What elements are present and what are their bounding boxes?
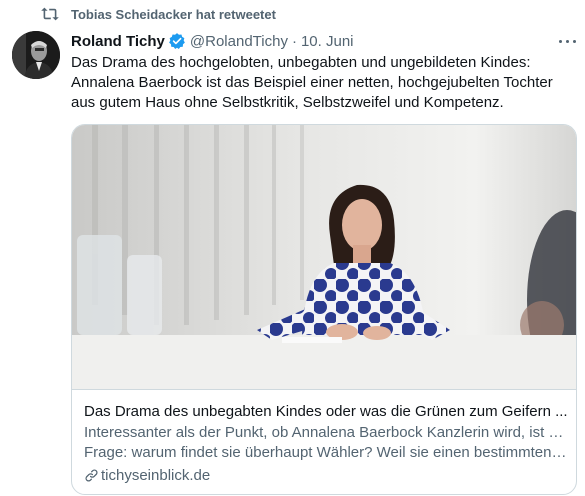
card-body[interactable]: Das Drama des unbegabten Kindes oder was… xyxy=(72,389,576,494)
retweet-label[interactable]: Tobias Scheidacker hat retweetet xyxy=(71,7,276,22)
card-title[interactable]: Das Drama des unbegabten Kindes oder was… xyxy=(84,402,568,421)
separator-dot: · xyxy=(291,32,297,50)
card-description: Interessanter als der Punkt, ob Annalena… xyxy=(84,423,568,463)
card-domain-label[interactable]: tichyseinblick.de xyxy=(101,466,210,485)
card-description-line-1: Interessanter als der Punkt, ob Annalena… xyxy=(84,424,568,441)
retweet-icon xyxy=(41,7,59,21)
link-preview-card[interactable]: Das Drama des unbegabten Kindes oder was… xyxy=(71,124,577,495)
avatar[interactable] xyxy=(12,31,60,79)
tweet-header: Roland Tichy @RolandTichy · 10. Juni xyxy=(71,31,354,51)
tweet-date[interactable]: 10. Juni xyxy=(301,33,354,50)
more-options-icon[interactable] xyxy=(556,33,578,49)
link-icon xyxy=(85,469,98,482)
verified-badge-icon xyxy=(169,33,185,49)
author-name[interactable]: Roland Tichy xyxy=(71,33,165,50)
card-image[interactable] xyxy=(72,125,576,389)
retweet-indicator[interactable]: Tobias Scheidacker hat retweetet xyxy=(0,0,585,30)
avatar-image xyxy=(12,31,60,79)
card-domain[interactable]: tichyseinblick.de xyxy=(84,466,210,485)
author-handle[interactable]: @RolandTichy xyxy=(190,33,288,50)
tweet-text: Das Drama des hochgelobten, unbegabten u… xyxy=(71,54,553,111)
card-description-line-2: Frage: warum findet sie überhaupt Wähler… xyxy=(84,444,568,461)
